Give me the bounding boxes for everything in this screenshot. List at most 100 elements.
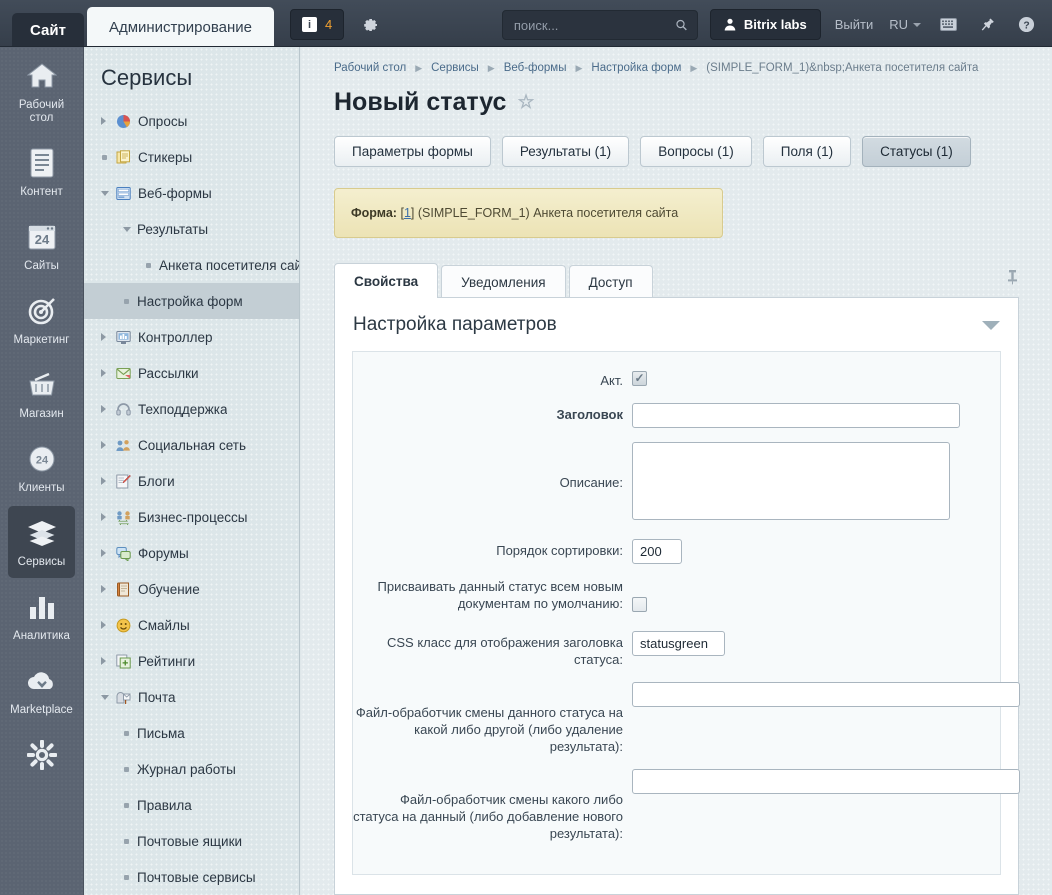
- tree-item-почтовые-сервисы[interactable]: Почтовые сервисы: [84, 859, 299, 895]
- rail-item-аналитика[interactable]: Аналитика: [8, 580, 75, 652]
- pin-icon[interactable]: [1006, 269, 1019, 290]
- chevron-right-icon[interactable]: [101, 513, 115, 521]
- tree-item-результаты[interactable]: Результаты: [84, 211, 299, 247]
- tree-item-письма[interactable]: Письма: [84, 715, 299, 751]
- form-row: Файл-обработчик смены какого либо статус…: [353, 769, 1020, 842]
- left-icon-rail: Рабочий стол Контент 24 Сайты Маркетинг Магаз…: [0, 47, 84, 895]
- rail-item-маркетинг[interactable]: Маркетинг: [8, 284, 75, 356]
- chevron-right-icon[interactable]: [101, 585, 115, 593]
- rail-item-label: Магазин: [19, 408, 64, 420]
- rail-item-сайты[interactable]: 24 Сайты: [8, 210, 75, 282]
- breadcrumb-item-2[interactable]: Веб-формы: [504, 62, 567, 74]
- page-title: Новый статус: [334, 88, 507, 116]
- checkbox-0[interactable]: ✓: [632, 370, 647, 386]
- language-selector[interactable]: RU: [889, 9, 921, 40]
- tab-site[interactable]: Сайт: [12, 13, 84, 47]
- tree-item-техподдержка[interactable]: Техподдержка: [84, 391, 299, 427]
- main-content: Рабочий стол ▶ Сервисы ▶ Веб-формы ▶ Настройка…: [301, 47, 1052, 895]
- panel-tab-доступ[interactable]: Доступ: [568, 265, 653, 298]
- form-tab-2[interactable]: Вопросы (1): [640, 136, 752, 167]
- tree-item-блоги[interactable]: Блоги: [84, 463, 299, 499]
- tree-item-опросы[interactable]: Опросы: [84, 103, 299, 139]
- description-textarea[interactable]: [632, 442, 950, 520]
- favorite-star-icon[interactable]: ☆: [517, 91, 534, 114]
- chevron-right-icon[interactable]: [101, 477, 115, 485]
- checkbox-4[interactable]: [632, 597, 647, 612]
- rail-item-магазин[interactable]: Магазин: [8, 358, 75, 430]
- chevron-down-icon[interactable]: [123, 226, 137, 232]
- tree-item-правила[interactable]: Правила: [84, 787, 299, 823]
- pin-icon-svg: [1008, 270, 1017, 285]
- chevron-right-icon[interactable]: [101, 405, 115, 413]
- text-input-1[interactable]: [632, 403, 960, 428]
- tree-item-контроллер[interactable]: Контроллер: [84, 319, 299, 355]
- breadcrumb-separator: ▶: [690, 62, 698, 73]
- bitrix-labs-button[interactable]: Bitrix labs: [709, 9, 821, 40]
- form-tab-4[interactable]: Статусы (1): [862, 136, 971, 167]
- tree-item-настройка-форм[interactable]: Настройка форм: [84, 283, 299, 319]
- tree-item-бизнес-процессы[interactable]: Бизнес-процессы: [84, 499, 299, 535]
- tab-admin[interactable]: Администрирование: [86, 7, 274, 47]
- chevron-right-icon[interactable]: [101, 621, 115, 629]
- chevron-down-icon[interactable]: [982, 320, 1000, 330]
- panel-tabs: Свойства Уведомления Доступ: [334, 262, 1019, 298]
- rail-item-рабочий-стол[interactable]: Рабочий стол: [8, 49, 75, 134]
- rail-item-label: Сервисы: [17, 556, 66, 568]
- tree-item-почтовые-ящики[interactable]: Почтовые ящики: [84, 823, 299, 859]
- tree-item-социальная-сеть[interactable]: Социальная сеть: [84, 427, 299, 463]
- chevron-right-icon[interactable]: [101, 369, 115, 377]
- tree-item-почта[interactable]: Почта: [84, 679, 299, 715]
- form-id-link[interactable]: 1: [404, 206, 411, 220]
- form-note-code: (SIMPLE_FORM_1): [417, 206, 530, 220]
- tree-item-веб-формы[interactable]: Веб-формы: [84, 175, 299, 211]
- keyboard-icon[interactable]: [936, 9, 960, 40]
- chevron-right-icon[interactable]: [101, 549, 115, 557]
- field-label: Файл-обработчик смены какого либо статус…: [353, 792, 623, 841]
- tree-item-label: Результаты: [137, 221, 209, 237]
- tree-item-обучение[interactable]: Обучение: [84, 571, 299, 607]
- text-input-6[interactable]: [632, 682, 1020, 707]
- panel-tab-свойства[interactable]: Свойства: [334, 263, 439, 298]
- rail-item-settings[interactable]: [8, 728, 75, 781]
- tree-item-анкета-посетителя-сайта[interactable]: Анкета посетителя сайта: [84, 247, 299, 283]
- search-input[interactable]: [511, 16, 675, 34]
- breadcrumb-item-3[interactable]: Настройка форм: [591, 62, 681, 74]
- text-input-5[interactable]: [632, 631, 725, 656]
- tree-item-label: Веб-формы: [138, 185, 212, 201]
- chevron-right-icon[interactable]: [101, 333, 115, 341]
- tree-item-label: Форумы: [138, 545, 189, 561]
- chevron-down-icon[interactable]: [101, 694, 115, 700]
- field-control: ✓: [632, 369, 1000, 387]
- breadcrumb-item-1[interactable]: Сервисы: [431, 62, 479, 74]
- tree-item-форумы[interactable]: Форумы: [84, 535, 299, 571]
- form-tab-0[interactable]: Параметры формы: [334, 136, 491, 167]
- chevron-right-icon[interactable]: [101, 441, 115, 449]
- breadcrumb-item-0[interactable]: Рабочий стол: [334, 62, 406, 74]
- home-icon: [25, 59, 59, 93]
- form-row: Акт. ✓: [353, 369, 1000, 389]
- rail-item-marketplace[interactable]: Marketplace: [8, 654, 75, 726]
- pin-icon[interactable]: [975, 9, 999, 40]
- form-tab-3[interactable]: Поля (1): [762, 136, 852, 167]
- notification-count: 4: [324, 17, 333, 32]
- notifications-button[interactable]: i 4: [289, 9, 345, 40]
- tree-item-рассылки[interactable]: Рассылки: [84, 355, 299, 391]
- rail-item-контент[interactable]: Контент: [8, 136, 75, 208]
- form-tab-1[interactable]: Результаты (1): [501, 136, 630, 167]
- tree-item-журнал-работы[interactable]: Журнал работы: [84, 751, 299, 787]
- help-icon[interactable]: ?: [1014, 9, 1038, 40]
- tree-item-смайлы[interactable]: Смайлы: [84, 607, 299, 643]
- rail-item-сервисы[interactable]: Сервисы: [8, 506, 75, 578]
- logout-button[interactable]: Выйти: [835, 9, 874, 40]
- rail-item-клиенты[interactable]: 24 Клиенты: [8, 432, 75, 504]
- text-input-3[interactable]: [632, 539, 682, 564]
- chevron-down-icon[interactable]: [101, 190, 115, 196]
- panel-tab-уведомления[interactable]: Уведомления: [441, 265, 566, 298]
- text-input-7[interactable]: [632, 769, 1020, 794]
- chevron-right-icon[interactable]: [101, 117, 115, 125]
- search-box[interactable]: [501, 10, 698, 40]
- chevron-right-icon[interactable]: [101, 657, 115, 665]
- tree-item-стикеры[interactable]: Стикеры: [84, 139, 299, 175]
- tree-item-рейтинги[interactable]: Рейтинги: [84, 643, 299, 679]
- gear-icon[interactable]: [358, 9, 384, 40]
